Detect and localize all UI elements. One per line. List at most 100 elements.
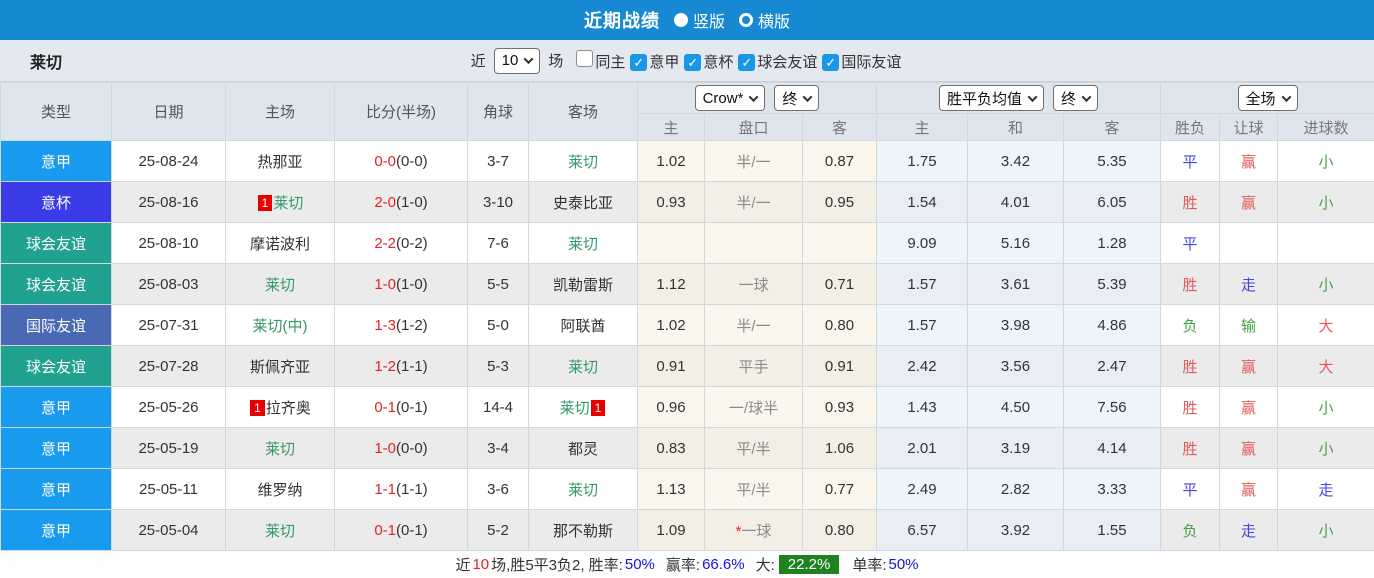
vertical-layout-label: 竖版	[692, 14, 725, 31]
euro-home-odds: 1.57	[876, 263, 968, 305]
euro-away-odds: 5.39	[1063, 263, 1161, 305]
result-flag: 胜	[1160, 181, 1220, 223]
red-card-badge: 1	[590, 399, 606, 416]
col-header-type: 类型	[0, 82, 112, 141]
result-flag: 胜	[1160, 263, 1220, 305]
summary-big-rate: 22.2%	[778, 555, 840, 574]
handicap-final-select[interactable]: 终	[774, 85, 820, 111]
euro-draw-odds: 5.16	[967, 222, 1064, 264]
euro-draw-odds: 3.56	[967, 345, 1064, 387]
scope-group-header: 全场	[1159, 82, 1374, 114]
red-card-badge: 1	[250, 399, 265, 416]
away-team: 凯勒雷斯	[528, 263, 638, 305]
col-header-score: 比分(半场)	[334, 82, 468, 141]
handicap-away-odds: 0.71	[802, 263, 877, 305]
checkbox-checked-icon[interactable]: ✓	[738, 54, 756, 71]
euro-away-odds: 6.05	[1063, 181, 1161, 223]
euro-odds-select[interactable]: 胜平负均值	[938, 85, 1044, 111]
handicap-line: 一球	[704, 263, 803, 305]
euro-home-odds: 6.57	[876, 509, 968, 551]
home-team: 1 拉齐奥	[225, 386, 335, 428]
layout-option-vertical[interactable]: 竖版	[673, 8, 725, 32]
result-flag: 平	[1160, 140, 1220, 182]
match-type-badge: 意甲	[0, 509, 112, 551]
chevron-down-icon	[523, 54, 534, 65]
away-team: 那不勒斯	[528, 509, 638, 551]
handicap-line: 半/一	[704, 181, 803, 223]
filter-label[interactable]: 意杯	[703, 54, 733, 71]
match-count-select[interactable]: 10	[493, 47, 541, 74]
filter-label[interactable]: 球会友谊	[757, 54, 817, 71]
handicap-result-flag: 赢	[1219, 140, 1278, 182]
euro-home-odds: 1.43	[876, 386, 968, 428]
away-team: 莱切	[528, 140, 638, 182]
handicap-away-odds: 0.80	[802, 304, 877, 346]
away-team: 莱切 1	[528, 386, 638, 428]
euro-draw-odds: 3.92	[967, 509, 1064, 551]
checkbox-checked-icon[interactable]: ✓	[684, 54, 702, 71]
chevron-down-icon	[1081, 91, 1092, 102]
games-label: 场	[548, 53, 564, 70]
subcol-ah-away: 客	[802, 113, 877, 141]
handicap-home-odds: 1.12	[637, 263, 705, 305]
euro-home-odds: 2.01	[876, 427, 968, 469]
checkbox-checked-icon[interactable]: ✓	[630, 54, 648, 71]
filter-label[interactable]: 国际友谊	[841, 54, 901, 71]
summary-win-rate: 50%	[624, 556, 655, 573]
goals-flag: 走	[1276, 468, 1374, 510]
filter-label[interactable]: 同主	[595, 54, 625, 71]
match-type-badge: 国际友谊	[0, 304, 112, 346]
handicap-away-odds: 1.06	[802, 427, 877, 469]
handicap-line: *一球	[704, 509, 803, 551]
odds-company-select[interactable]: Crow*	[694, 85, 766, 111]
handicap-line: 平/半	[704, 468, 803, 510]
table-row: 意甲 25-05-04 莱切 0-1(0-1) 5-2 那不勒斯 1.09 *一…	[0, 509, 1374, 551]
result-flag: 平	[1160, 222, 1220, 264]
handicap-home-odds: 1.13	[637, 468, 705, 510]
filter-label[interactable]: 意甲	[649, 54, 679, 71]
euro-odds-group-header: 胜平负均值 终	[876, 82, 1161, 114]
handicap-line: 一/球半	[704, 386, 803, 428]
layout-option-horizontal[interactable]: 横版	[739, 8, 790, 32]
euro-home-odds: 1.57	[876, 304, 968, 346]
summary-big-label: 大:	[755, 557, 775, 574]
checkbox-unchecked-icon[interactable]	[576, 49, 594, 67]
summary-count: 10	[472, 556, 490, 573]
col-header-home: 主场	[225, 82, 335, 141]
summary-bar: 近 10 场,胜5平3负2, 胜率: 50% 赢率: 66.6% 大: 22.2% 单率:…	[0, 551, 1374, 578]
corner-count: 5-0	[467, 304, 529, 346]
handicap-result-flag: 走	[1219, 509, 1278, 551]
handicap-home-odds: 1.02	[637, 304, 705, 346]
summary-single-label: 单率:	[852, 557, 887, 574]
corner-count: 3-10	[467, 181, 529, 223]
handicap-final-value: 终	[782, 90, 798, 108]
corner-count: 5-2	[467, 509, 529, 551]
result-flag: 负	[1160, 304, 1220, 346]
subcol-eu-draw: 和	[967, 113, 1064, 141]
euro-final-value: 终	[1061, 90, 1077, 108]
handicap-result-flag: 赢	[1219, 181, 1278, 223]
match-type-badge: 球会友谊	[0, 222, 112, 264]
horizontal-layout-label: 横版	[758, 14, 791, 31]
table-row: 球会友谊 25-08-03 莱切 1-0(1-0) 5-5 凯勒雷斯 1.12 …	[0, 263, 1374, 305]
match-date: 25-08-03	[111, 263, 226, 305]
euro-away-odds: 7.56	[1063, 386, 1161, 428]
handicap-home-odds: 1.02	[637, 140, 705, 182]
summary-record: 场,胜5平3负2, 胜率:	[491, 557, 623, 574]
match-score: 1-0(0-0)	[334, 427, 468, 469]
match-score: 0-0(0-0)	[334, 140, 468, 182]
handicap-home-odds: 0.83	[637, 427, 705, 469]
home-team: 斯佩齐亚	[225, 345, 335, 387]
home-team: 1 莱切	[225, 181, 335, 223]
home-team: 莱切	[225, 427, 335, 469]
home-team: 莱切	[225, 509, 335, 551]
euro-final-select[interactable]: 终	[1053, 85, 1099, 111]
corner-count: 7-6	[467, 222, 529, 264]
goals-flag: 小	[1276, 140, 1374, 182]
checkbox-checked-icon[interactable]: ✓	[822, 54, 840, 71]
euro-draw-odds: 3.19	[967, 427, 1064, 469]
scope-select[interactable]: 全场	[1237, 85, 1298, 111]
corner-count: 3-6	[467, 468, 529, 510]
corner-count: 3-7	[467, 140, 529, 182]
league-filters: 同主 ✓ 意甲 ✓ 意杯 ✓ 球会友谊 ✓ 国际友谊	[573, 49, 903, 72]
